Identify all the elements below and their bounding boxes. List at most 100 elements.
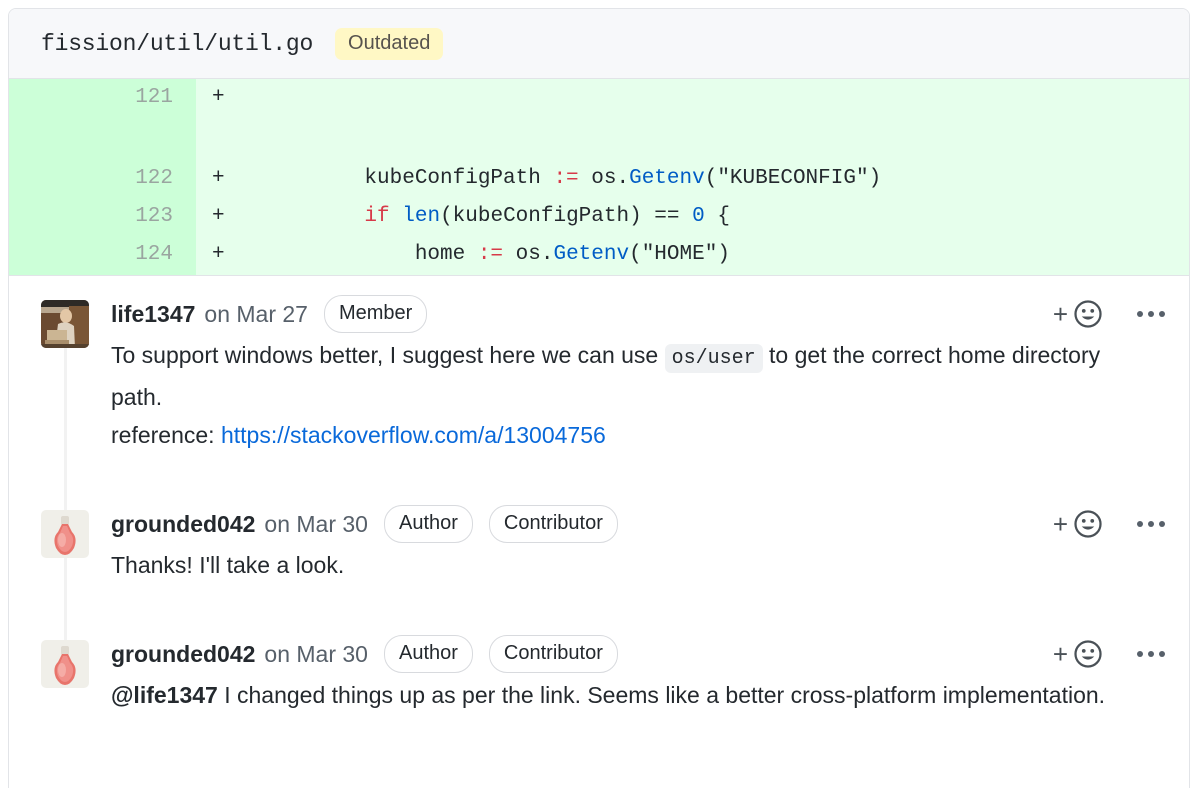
text-run: Thanks! I'll take a look. [111, 552, 345, 578]
comment-timestamp[interactable]: on Mar 30 [264, 641, 368, 668]
comment-header: life1347 on Mar 27 Member + [111, 295, 1189, 333]
diff-line[interactable]: 123 + if len(kubeConfigPath) == 0 { [9, 198, 1189, 236]
review-comment: grounded042 on Mar 30 Author Contributor + @l… [9, 635, 1189, 714]
more-options-button[interactable] [1137, 651, 1165, 657]
role-badge-author: Author [383, 635, 473, 673]
comment-body: grounded042 on Mar 30 Author Contributor + Th… [89, 505, 1189, 584]
comment-text: @life1347 I changed things up as per the… [111, 672, 1151, 714]
code-token: { [704, 205, 730, 228]
screenshot-root: fission/util/util.go Outdated 121 +122 + k… [0, 0, 1200, 788]
code-token: 0 [692, 205, 705, 228]
comment-author-name[interactable]: grounded042 [111, 511, 255, 538]
diff-rows: 121 +122 + kubeConfigPath := os.Getenv("KU… [9, 79, 1189, 274]
smiley-icon [1074, 300, 1102, 328]
code-token: ) [868, 167, 882, 190]
review-comment: grounded042 on Mar 30 Author Contributor + Th… [9, 505, 1189, 584]
code-token: (kubeConfigPath) == [440, 205, 693, 228]
code-token: if [364, 205, 390, 228]
comment-text: Thanks! I'll take a look. [111, 542, 1151, 584]
code-token: Getenv [553, 243, 630, 266]
kebab-dot [1159, 651, 1165, 657]
external-link[interactable]: https://stackoverflow.com/a/13004756 [221, 422, 606, 448]
comment-timestamp[interactable]: on Mar 27 [204, 301, 308, 328]
code-token: home [314, 243, 478, 266]
text-run: To support windows better, I suggest her… [111, 342, 665, 368]
code-token: "KUBECONFIG" [717, 167, 869, 190]
comment-timestamp[interactable]: on Mar 30 [264, 511, 368, 538]
diff-line-marker: + [212, 86, 225, 109]
more-options-button[interactable] [1137, 521, 1165, 527]
diff-line-number: 124 [135, 243, 173, 266]
avatar[interactable] [41, 300, 89, 348]
plus-icon: + [1052, 509, 1068, 539]
user-mention[interactable]: @life1347 [111, 682, 218, 708]
kebab-dot [1159, 311, 1165, 317]
comment-actions: + [1053, 639, 1189, 669]
add-reaction-button[interactable]: + [1053, 509, 1103, 539]
more-options-button[interactable] [1137, 311, 1165, 317]
code-token: "HOME" [641, 243, 718, 266]
diff-file-header: fission/util/util.go Outdated [9, 9, 1189, 79]
comment-text: To support windows better, I suggest her… [111, 332, 1151, 454]
review-comment: life1347 on Mar 27 Member + To support windo… [9, 295, 1189, 454]
kebab-dot [1148, 521, 1154, 527]
kebab-dot [1148, 651, 1154, 657]
inline-code: os/user [664, 344, 763, 373]
code-token: := [477, 243, 504, 266]
text-run: reference: [111, 422, 221, 448]
comment-author-name[interactable]: grounded042 [111, 641, 255, 668]
comment-body: life1347 on Mar 27 Member + To support windo… [89, 295, 1189, 454]
kebab-dot [1159, 521, 1165, 527]
comment-header: grounded042 on Mar 30 Author Contributor + [111, 635, 1189, 673]
pull-request-review-comment-card: fission/util/util.go Outdated 121 +122 + k… [8, 8, 1190, 788]
comments-container: life1347 on Mar 27 Member + To support windo… [9, 295, 1189, 714]
diff-line-marker: + [212, 205, 225, 228]
code-token: := [553, 167, 579, 190]
kebab-dot [1137, 311, 1143, 317]
kebab-dot [1137, 651, 1143, 657]
role-badge-author: Author [383, 505, 473, 543]
diff-line-code: home := os.Getenv("HOME") [224, 236, 730, 274]
avatar[interactable] [41, 640, 89, 688]
diff-line-code: if len(kubeConfigPath) == 0 { [224, 198, 730, 236]
avatar[interactable] [41, 510, 89, 558]
diff-line[interactable]: 121 + [9, 79, 1189, 160]
diff-line-marker: + [212, 167, 225, 190]
diff-line-number: 121 [135, 86, 173, 109]
comment-body: grounded042 on Mar 30 Author Contributor + @l… [89, 635, 1189, 714]
comment-actions: + [1053, 299, 1189, 329]
diff-line-number: 123 [135, 205, 173, 228]
code-token: ) [717, 243, 730, 266]
text-run: I changed things up as per the link. See… [217, 682, 1106, 708]
outdated-badge: Outdated [335, 27, 444, 60]
code-token: os. [503, 243, 554, 266]
diff-line-number: 122 [135, 167, 173, 190]
diff-line-code: kubeConfigPath := os.Getenv("KUBECONFIG"… [224, 160, 881, 198]
kebab-dot [1137, 521, 1143, 527]
plus-icon: + [1052, 299, 1068, 329]
file-path-label[interactable]: fission/util/util.go [41, 31, 313, 57]
diff-line[interactable]: 122 + kubeConfigPath := os.Getenv("KUBECO… [9, 160, 1189, 198]
code-token: ( [704, 167, 718, 190]
role-badge-member: Member [323, 295, 428, 333]
diff-line[interactable]: 124 + home := os.Getenv("HOME") [9, 236, 1189, 274]
diff-hunk: 121 +122 + kubeConfigPath := os.Getenv("KU… [9, 79, 1189, 276]
code-token: len [402, 205, 441, 228]
comment-author-name[interactable]: life1347 [111, 301, 195, 328]
code-token: kubeConfigPath [314, 167, 554, 190]
add-reaction-button[interactable]: + [1053, 299, 1103, 329]
code-token: Getenv [629, 167, 705, 190]
plus-icon: + [1052, 639, 1068, 669]
add-reaction-button[interactable]: + [1053, 639, 1103, 669]
smiley-icon [1074, 510, 1102, 538]
role-badge-contributor: Contributor [488, 505, 618, 543]
diff-line-marker: + [212, 243, 225, 266]
comment-actions: + [1053, 509, 1189, 539]
code-token: ( [629, 243, 642, 266]
role-badge-contributor: Contributor [488, 635, 618, 673]
kebab-dot [1148, 311, 1154, 317]
comment-header: grounded042 on Mar 30 Author Contributor + [111, 505, 1189, 543]
smiley-icon [1074, 640, 1102, 668]
